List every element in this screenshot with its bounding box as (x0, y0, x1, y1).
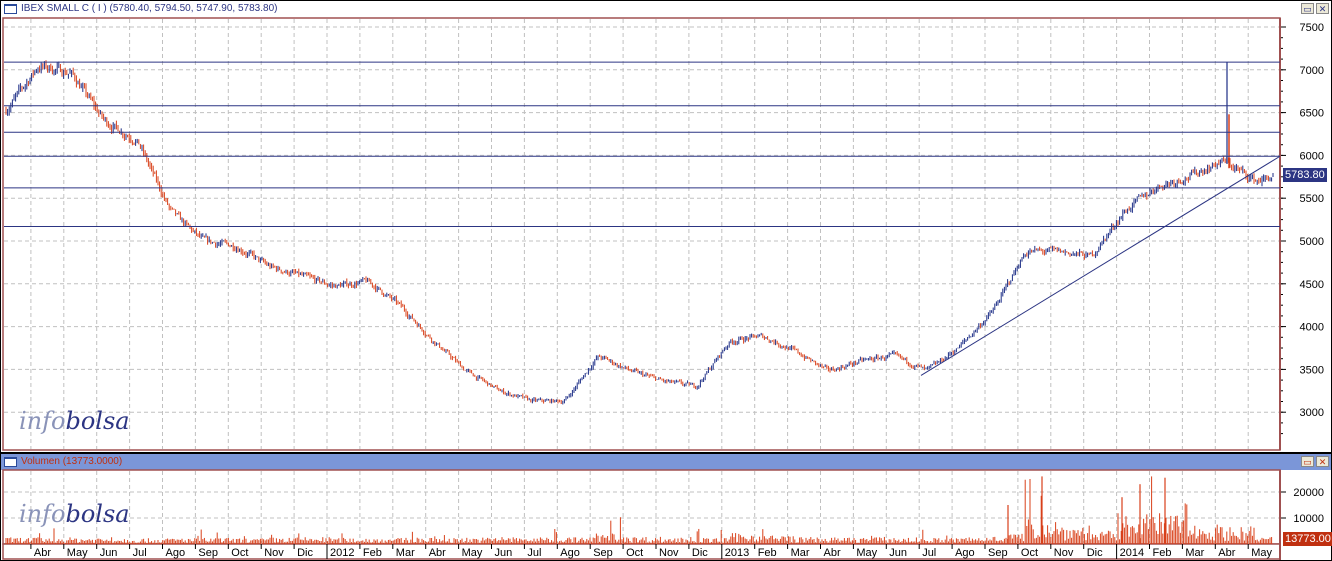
volume-panel: Volumen (13773.0000) ▭ ✕ Abr May Jun Jul Ago… (0, 453, 1332, 561)
volume-chart[interactable]: Abr May Jun Jul Ago Sep Oct Nov Dic 2012 Feb Mar Abr… (1, 454, 1331, 560)
x-tick-label: Jun (889, 547, 907, 559)
x-tick-label: Oct (1021, 547, 1038, 559)
y-tick-label: 7000 (1300, 65, 1324, 77)
y-tick-label: 3000 (1300, 407, 1324, 419)
watermark: infobolsa (19, 500, 130, 528)
price-chart[interactable]: 3000 3500 4000 4500 5000 5500 6000 6500 7000 7500 (1, 1, 1331, 452)
x-tick-label: Dic (297, 547, 313, 559)
x-tick-label: Oct (231, 547, 248, 559)
x-tick-label: Dic (1087, 547, 1103, 559)
x-tick-label: May (462, 547, 483, 559)
trendline (920, 155, 1281, 376)
x-tick-label: Sep (988, 547, 1008, 559)
x-tick-label: Feb (363, 547, 382, 559)
x-tick-label: Jun (100, 547, 118, 559)
x-tick-label: Abr (34, 547, 51, 559)
x-tick-label: 2012 (330, 547, 354, 559)
y-tick-label: 4500 (1300, 279, 1324, 291)
x-tick-label: 2013 (725, 547, 749, 559)
x-tick-label: 2014 (1120, 547, 1144, 559)
x-tick-label: Nov (659, 547, 679, 559)
x-tick-label: Abr (824, 547, 841, 559)
x-tick-label: Mar (791, 547, 810, 559)
x-tick-label: Jul (922, 547, 936, 559)
x-tick-label: Sep (198, 547, 218, 559)
x-tick-label: Jun (495, 547, 513, 559)
x-tick-label: Feb (758, 547, 777, 559)
x-tick-label: May (67, 547, 88, 559)
x-tick-label: Ago (560, 547, 580, 559)
last-volume-label: 13773.00 (1283, 532, 1332, 546)
last-price-label: 5783.80 (1283, 168, 1327, 182)
y-tick-label: 6500 (1300, 108, 1324, 120)
x-tick-label: Abr (1218, 547, 1235, 559)
x-tick-label: Oct (626, 547, 643, 559)
y-tick-label: 4000 (1300, 322, 1324, 334)
x-tick-label: May (1251, 547, 1272, 559)
x-tick-label: Dic (692, 547, 708, 559)
y-tick-label: 6000 (1300, 150, 1324, 162)
y-tick-label: 5000 (1300, 236, 1324, 248)
y-tick-label: 10000 (1293, 513, 1324, 525)
price-panel: IBEX SMALL C ( I ) (5780.40, 5794.50, 57… (0, 0, 1332, 453)
plot-frame (2, 17, 1281, 451)
x-tick-label: Nov (264, 547, 284, 559)
x-tick-label: May (856, 547, 877, 559)
y-tick-label: 7500 (1300, 22, 1324, 34)
plot-frame (2, 469, 1281, 545)
watermark: infobolsa (19, 407, 130, 435)
x-tick-label: Mar (396, 547, 415, 559)
x-tick-label: Ago (166, 547, 186, 559)
x-tick-label: Ago (955, 547, 975, 559)
x-tick-label: Jul (527, 547, 541, 559)
x-tick-label: Sep (593, 547, 613, 559)
x-tick-label: Jul (133, 547, 147, 559)
x-tick-label: Feb (1153, 547, 1172, 559)
y-tick-label: 5500 (1300, 193, 1324, 205)
x-tick-label: Mar (1185, 547, 1204, 559)
y-tick-label: 20000 (1293, 487, 1324, 499)
x-tick-label: Nov (1054, 547, 1074, 559)
y-tick-label: 3500 (1300, 364, 1324, 376)
x-tick-label: Abr (429, 547, 446, 559)
